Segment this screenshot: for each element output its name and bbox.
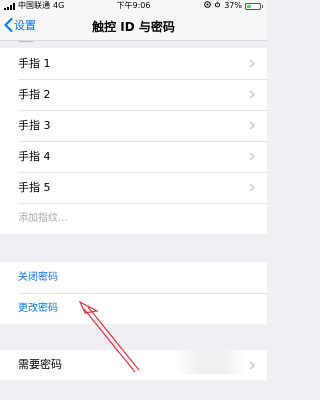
fingerprint-row-2[interactable]: 手指 2 [0, 79, 267, 110]
fingerprint-label: 手指 2 [18, 88, 51, 101]
location-icon [204, 0, 212, 12]
fingerprint-label: 手指 4 [18, 150, 51, 163]
fingerprint-group: 手指 1 手指 2 手指 3 手指 4 手指 5 添加指纹... [0, 48, 267, 234]
nav-bar: 设置 触控 ID 与密码 [0, 12, 267, 41]
turn-off-passcode-button[interactable]: 关闭密码 [0, 262, 267, 293]
chevron-right-icon [249, 121, 255, 130]
battery-fill [247, 4, 251, 8]
fingerprint-label: 手指 1 [18, 57, 51, 70]
status-right: 37% [204, 0, 263, 12]
section-header-cutoff: —— [18, 37, 34, 43]
require-passcode-label: 需要密码 [18, 358, 62, 371]
fingerprint-row-5[interactable]: 手指 5 [0, 172, 267, 203]
alarm-icon [214, 0, 221, 12]
fingerprint-row-1[interactable]: 手指 1 [0, 48, 267, 79]
fingerprint-label: 手指 5 [18, 181, 51, 194]
battery-percent: 37% [224, 1, 242, 10]
add-fingerprint-row[interactable]: 添加指纹... [0, 203, 267, 234]
passcode-group: 关闭密码 更改密码 [0, 262, 267, 324]
blurred-value [175, 350, 245, 374]
chevron-right-icon [249, 59, 255, 68]
change-passcode-button[interactable]: 更改密码 [0, 293, 267, 324]
status-bar: 中国联通 4G 下午9:06 37% [0, 0, 267, 12]
fingerprint-row-3[interactable]: 手指 3 [0, 110, 267, 141]
battery-cap [262, 4, 263, 8]
fingerprint-row-4[interactable]: 手指 4 [0, 141, 267, 172]
page-title: 触控 ID 与密码 [92, 20, 175, 34]
fingerprint-label: 手指 3 [18, 119, 51, 132]
battery-icon [245, 2, 261, 10]
chevron-right-icon [249, 361, 255, 370]
chevron-right-icon [249, 90, 255, 99]
chevron-right-icon [249, 152, 255, 161]
chevron-right-icon [249, 183, 255, 192]
